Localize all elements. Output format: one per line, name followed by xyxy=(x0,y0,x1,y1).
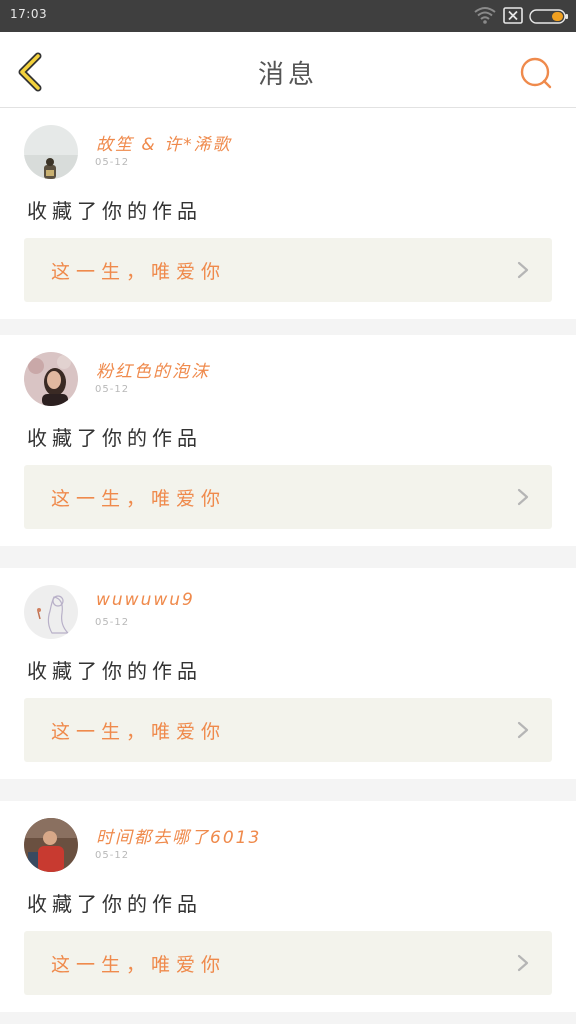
timestamp: 05-12 xyxy=(95,850,130,861)
status-time: 17:03 xyxy=(10,7,48,21)
username[interactable]: 故笙 & 许*浠歌 xyxy=(96,130,232,155)
avatar[interactable] xyxy=(24,585,78,639)
work-title: 这一生，唯爱你 xyxy=(51,261,227,283)
action-text: 收藏了你的作品 xyxy=(27,892,202,916)
work-link[interactable]: 这一生，唯爱你 xyxy=(24,698,552,762)
timestamp: 05-12 xyxy=(95,617,130,628)
avatar[interactable] xyxy=(24,352,78,406)
action-text: 收藏了你的作品 xyxy=(27,659,202,683)
work-link[interactable]: 这一生，唯爱你 xyxy=(24,931,552,995)
action-text: 收藏了你的作品 xyxy=(27,199,202,223)
chevron-right-icon xyxy=(517,261,529,279)
timestamp: 05-12 xyxy=(95,384,130,395)
username[interactable]: 时间都去哪了6013 xyxy=(96,823,261,848)
timestamp: 05-12 xyxy=(95,157,130,168)
work-link[interactable]: 这一生，唯爱你 xyxy=(24,465,552,529)
avatar[interactable] xyxy=(24,125,78,179)
avatar[interactable] xyxy=(24,818,78,872)
work-title: 这一生，唯爱你 xyxy=(51,721,227,743)
wifi-icon xyxy=(474,6,496,28)
search-icon xyxy=(520,57,552,89)
notification-card: wuwuwu9 05-12 收藏了你的作品 这一生，唯爱你 xyxy=(0,568,576,779)
no-sim-icon xyxy=(503,7,523,28)
app-header: 消息 xyxy=(0,32,576,108)
page-title: 消息 xyxy=(257,60,318,90)
username[interactable]: wuwuwu9 xyxy=(96,590,195,610)
work-link[interactable]: 这一生，唯爱你 xyxy=(24,238,552,302)
work-title: 这一生，唯爱你 xyxy=(51,488,227,510)
chevron-right-icon xyxy=(517,721,529,739)
notification-card: 时间都去哪了6013 05-12 收藏了你的作品 这一生，唯爱你 xyxy=(0,801,576,1012)
action-text: 收藏了你的作品 xyxy=(27,426,202,450)
notification-card: 故笙 & 许*浠歌 05-12 收藏了你的作品 这一生，唯爱你 xyxy=(0,108,576,319)
search-button[interactable] xyxy=(518,55,554,91)
chevron-right-icon xyxy=(517,488,529,506)
username[interactable]: 粉红色的泡沫 xyxy=(96,357,210,382)
notification-card: 粉红色的泡沫 05-12 收藏了你的作品 这一生，唯爱你 xyxy=(0,335,576,546)
battery-icon xyxy=(529,9,569,28)
work-title: 这一生，唯爱你 xyxy=(51,954,227,976)
chevron-right-icon xyxy=(517,954,529,972)
status-bar: 17:03 xyxy=(0,0,576,32)
